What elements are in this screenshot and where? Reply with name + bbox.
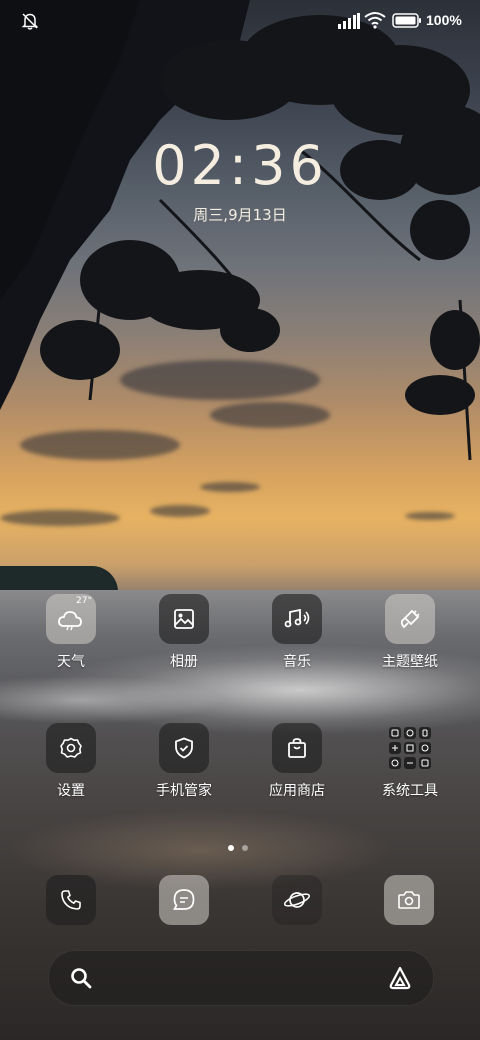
dock-messages[interactable] [159,875,209,925]
app-icon[interactable] [46,723,96,773]
app-label: 主题壁纸 [382,654,438,670]
bell-muted-icon [21,13,39,30]
wifi-icon [364,12,386,29]
app-gallery[interactable]: 相册 [134,594,234,671]
battery-icon [392,13,421,28]
folder-grid-icon [389,727,431,769]
folder-icon[interactable] [385,723,435,773]
app-icon[interactable] [272,594,322,644]
weather-temperature: 27° [76,596,92,606]
camera-icon [398,891,420,909]
lockscreen-clock[interactable]: 02:36 [0,134,480,197]
battery-percent: 100% [426,12,462,28]
headland [0,566,118,592]
weather-cloud-icon [58,611,82,631]
dock-browser[interactable] [272,875,322,925]
app-music[interactable]: 音乐 [247,594,347,671]
status-bar: 100% [0,0,480,40]
music-icon [284,608,310,628]
app-icon[interactable] [159,594,209,644]
gallery-icon [174,609,194,629]
theme-brush-icon [400,609,420,629]
folder-system-tools[interactable]: 系统工具 [360,723,460,800]
app-icon[interactable] [385,594,435,644]
app-label: 天气 [57,654,85,670]
app-label: 系统工具 [382,783,438,799]
search-icon[interactable] [69,966,93,990]
cloud [150,505,210,517]
lockscreen-date[interactable]: 周三,9月13日 [0,204,480,225]
search-bar[interactable] [48,950,434,1006]
app-icon[interactable] [159,875,209,925]
shopping-bag-icon [288,738,306,758]
app-label: 应用商店 [269,783,325,799]
cloud [405,512,455,520]
tree-silhouette [0,0,480,461]
dock-phone[interactable] [46,875,96,925]
app-store[interactable]: 应用商店 [247,723,347,800]
assistant-icon[interactable] [387,965,413,991]
app-phone-manager[interactable]: 手机管家 [134,723,234,800]
app-icon[interactable] [159,723,209,773]
app-weather[interactable]: 27° 天气 [21,594,121,671]
app-theme[interactable]: 主题壁纸 [360,594,460,671]
gear-icon [60,737,82,758]
message-icon [173,889,195,910]
app-icon[interactable] [272,723,322,773]
page-indicator[interactable] [228,845,248,851]
app-icon[interactable] [384,875,434,925]
phone-icon [61,890,81,910]
app-label: 手机管家 [156,783,212,799]
app-icon[interactable] [46,875,96,925]
app-label: 设置 [57,783,85,799]
planet-icon [283,892,311,908]
cloud [200,482,260,492]
page-dot-active[interactable] [228,845,234,851]
shield-icon [175,737,193,759]
app-icon[interactable]: 27° [46,594,96,644]
cloud [0,510,120,526]
app-icon[interactable] [272,875,322,925]
page-dot[interactable] [242,845,248,851]
app-settings[interactable]: 设置 [21,723,121,800]
dock-camera[interactable] [384,875,434,925]
app-label: 相册 [170,654,198,670]
app-label: 音乐 [283,654,311,670]
cellular-signal-icon [338,13,360,29]
